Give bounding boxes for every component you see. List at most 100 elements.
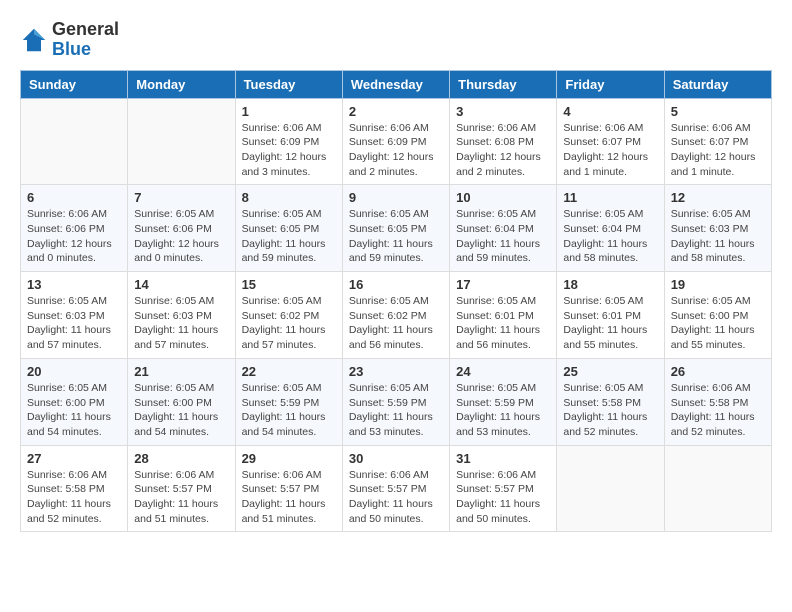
day-info: Sunrise: 6:06 AMSunset: 5:57 PMDaylight:… [242,468,336,527]
day-cell: 8Sunrise: 6:05 AMSunset: 6:05 PMDaylight… [235,185,342,272]
day-number: 26 [671,364,765,379]
day-info: Sunrise: 6:05 AMSunset: 6:01 PMDaylight:… [456,294,550,353]
day-number: 12 [671,190,765,205]
day-cell: 5 Sunrise: 6:06 AMSunset: 6:07 PMDaylight… [664,98,771,185]
day-cell: 17 Sunrise: 6:05 AMSunset: 6:01 PMDayligh… [450,272,557,359]
day-number: 6 [27,190,121,205]
day-cell: 1 Sunrise: 6:06 AMSunset: 6:09 PMDaylight… [235,98,342,185]
day-info: Sunrise: 6:05 AMSunset: 6:05 PMDaylight:… [349,207,443,266]
day-number: 20 [27,364,121,379]
day-info: Sunrise: 6:05 AMSunset: 5:59 PMDaylight:… [349,381,443,440]
day-number: 16 [349,277,443,292]
day-number: 23 [349,364,443,379]
day-number: 31 [456,451,550,466]
day-cell: 6 Sunrise: 6:06 AMSunset: 6:06 PMDaylight… [21,185,128,272]
calendar-table: SundayMondayTuesdayWednesdayThursdayFrid… [20,70,772,533]
day-info: Sunrise: 6:05 AMSunset: 6:02 PMDaylight:… [242,294,336,353]
day-cell [21,98,128,185]
day-cell: 22 Sunrise: 6:05 AMSunset: 5:59 PMDayligh… [235,358,342,445]
day-number: 19 [671,277,765,292]
week-row-2: 6 Sunrise: 6:06 AMSunset: 6:06 PMDaylight… [21,185,772,272]
day-cell: 30 Sunrise: 6:06 AMSunset: 5:57 PMDayligh… [342,445,449,532]
day-info: Sunrise: 6:05 AMSunset: 6:00 PMDaylight:… [27,381,121,440]
day-info: Sunrise: 6:05 AMSunset: 5:59 PMDaylight:… [242,381,336,440]
day-number: 30 [349,451,443,466]
day-cell: 23 Sunrise: 6:05 AMSunset: 5:59 PMDayligh… [342,358,449,445]
day-number: 9 [349,190,443,205]
day-info: Sunrise: 6:05 AMSunset: 5:59 PMDaylight:… [456,381,550,440]
day-info: Sunrise: 6:06 AMSunset: 5:58 PMDaylight:… [671,381,765,440]
day-number: 1 [242,104,336,119]
week-row-4: 20 Sunrise: 6:05 AMSunset: 6:00 PMDayligh… [21,358,772,445]
day-info: Sunrise: 6:05 AMSunset: 6:04 PMDaylight:… [563,207,657,266]
day-number: 21 [134,364,228,379]
col-header-sunday: Sunday [21,70,128,98]
day-info: Sunrise: 6:06 AMSunset: 5:57 PMDaylight:… [349,468,443,527]
logo-icon [20,26,48,54]
day-number: 17 [456,277,550,292]
day-cell: 21 Sunrise: 6:05 AMSunset: 6:00 PMDayligh… [128,358,235,445]
day-cell: 13Sunrise: 6:05 AMSunset: 6:03 PMDayligh… [21,272,128,359]
day-cell: 9 Sunrise: 6:05 AMSunset: 6:05 PMDaylight… [342,185,449,272]
day-number: 10 [456,190,550,205]
day-info: Sunrise: 6:05 AMSunset: 6:05 PMDaylight:… [242,207,336,266]
day-number: 11 [563,190,657,205]
day-info: Sunrise: 6:05 AMSunset: 6:01 PMDaylight:… [563,294,657,353]
col-header-thursday: Thursday [450,70,557,98]
day-cell: 25 Sunrise: 6:05 AMSunset: 5:58 PMDayligh… [557,358,664,445]
col-header-saturday: Saturday [664,70,771,98]
day-number: 18 [563,277,657,292]
col-header-friday: Friday [557,70,664,98]
day-info: Sunrise: 6:05 AMSunset: 6:00 PMDaylight:… [134,381,228,440]
day-number: 27 [27,451,121,466]
page-header: General Blue [20,20,772,60]
day-info: Sunrise: 6:06 AMSunset: 5:58 PMDaylight:… [27,468,121,527]
day-cell: 11 Sunrise: 6:05 AMSunset: 6:04 PMDayligh… [557,185,664,272]
day-cell: 2 Sunrise: 6:06 AMSunset: 6:09 PMDaylight… [342,98,449,185]
day-info: Sunrise: 6:05 AMSunset: 5:58 PMDaylight:… [563,381,657,440]
day-cell [128,98,235,185]
day-info: Sunrise: 6:06 AMSunset: 5:57 PMDaylight:… [456,468,550,527]
day-number: 25 [563,364,657,379]
day-number: 2 [349,104,443,119]
day-cell: 28Sunrise: 6:06 AMSunset: 5:57 PMDayligh… [128,445,235,532]
day-info: Sunrise: 6:05 AMSunset: 6:04 PMDaylight:… [456,207,550,266]
header-row: SundayMondayTuesdayWednesdayThursdayFrid… [21,70,772,98]
week-row-3: 13Sunrise: 6:05 AMSunset: 6:03 PMDayligh… [21,272,772,359]
day-cell: 20 Sunrise: 6:05 AMSunset: 6:00 PMDayligh… [21,358,128,445]
day-info: Sunrise: 6:06 AMSunset: 6:08 PMDaylight:… [456,121,550,180]
day-number: 3 [456,104,550,119]
logo: General Blue [20,20,119,60]
day-info: Sunrise: 6:06 AMSunset: 6:06 PMDaylight:… [27,207,121,266]
day-cell: 10 Sunrise: 6:05 AMSunset: 6:04 PMDayligh… [450,185,557,272]
day-info: Sunrise: 6:05 AMSunset: 6:06 PMDaylight:… [134,207,228,266]
col-header-monday: Monday [128,70,235,98]
day-cell: 4 Sunrise: 6:06 AMSunset: 6:07 PMDaylight… [557,98,664,185]
col-header-tuesday: Tuesday [235,70,342,98]
day-number: 22 [242,364,336,379]
day-cell: 12Sunrise: 6:05 AMSunset: 6:03 PMDayligh… [664,185,771,272]
day-info: Sunrise: 6:05 AMSunset: 6:02 PMDaylight:… [349,294,443,353]
day-cell: 18 Sunrise: 6:05 AMSunset: 6:01 PMDayligh… [557,272,664,359]
week-row-5: 27 Sunrise: 6:06 AMSunset: 5:58 PMDayligh… [21,445,772,532]
day-cell: 16 Sunrise: 6:05 AMSunset: 6:02 PMDayligh… [342,272,449,359]
day-number: 29 [242,451,336,466]
day-cell: 14Sunrise: 6:05 AMSunset: 6:03 PMDayligh… [128,272,235,359]
day-info: Sunrise: 6:06 AMSunset: 6:07 PMDaylight:… [671,121,765,180]
day-info: Sunrise: 6:05 AMSunset: 6:00 PMDaylight:… [671,294,765,353]
logo-general: General [52,20,119,40]
day-number: 4 [563,104,657,119]
day-number: 14 [134,277,228,292]
day-info: Sunrise: 6:06 AMSunset: 6:07 PMDaylight:… [563,121,657,180]
day-cell: 26 Sunrise: 6:06 AMSunset: 5:58 PMDayligh… [664,358,771,445]
day-cell: 3 Sunrise: 6:06 AMSunset: 6:08 PMDaylight… [450,98,557,185]
col-header-wednesday: Wednesday [342,70,449,98]
day-cell: 15Sunrise: 6:05 AMSunset: 6:02 PMDayligh… [235,272,342,359]
day-info: Sunrise: 6:06 AMSunset: 6:09 PMDaylight:… [349,121,443,180]
week-row-1: 1 Sunrise: 6:06 AMSunset: 6:09 PMDaylight… [21,98,772,185]
day-cell: 24Sunrise: 6:05 AMSunset: 5:59 PMDayligh… [450,358,557,445]
day-info: Sunrise: 6:06 AMSunset: 6:09 PMDaylight:… [242,121,336,180]
day-cell: 7Sunrise: 6:05 AMSunset: 6:06 PMDaylight… [128,185,235,272]
day-number: 5 [671,104,765,119]
day-cell: 29 Sunrise: 6:06 AMSunset: 5:57 PMDayligh… [235,445,342,532]
